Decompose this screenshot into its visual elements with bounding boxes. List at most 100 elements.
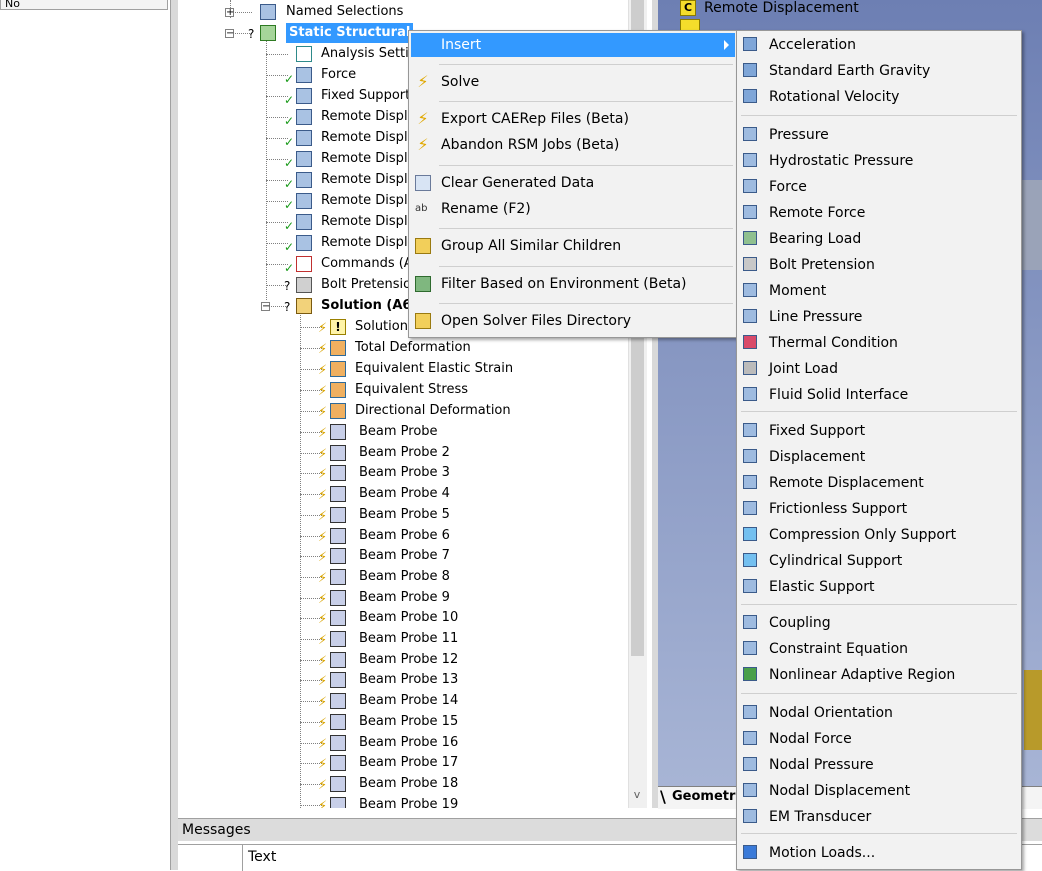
context-menu-item-insert[interactable]: Insert (411, 33, 735, 57)
insert-item-standard-earth-gravity[interactable]: Standard Earth Gravity (739, 59, 1019, 83)
beam-probe-icon (330, 775, 346, 792)
insert-item-label: Force (769, 179, 807, 195)
tree-node[interactable]: ⚡ Equivalent Stress (178, 380, 628, 400)
tree-node[interactable]: ⚡ Beam Probe 9 (178, 588, 628, 608)
insert-item-fluid-solid-interface[interactable]: Fluid Solid Interface (739, 383, 1019, 407)
cube-icon (296, 235, 312, 251)
insert-item-joint-load[interactable]: Joint Load (739, 357, 1019, 381)
tree-node-label: Beam Probe 10 (359, 610, 459, 626)
tree-node[interactable]: ⚡ Beam Probe 8 (178, 567, 628, 587)
context-menu-item-open-solver-files-directory[interactable]: Open Solver Files Directory (411, 309, 735, 333)
tree-node[interactable]: ⚡ Beam Probe 2 (178, 443, 628, 463)
context-menu-item-rename-f2[interactable]: ab Rename (F2) (411, 197, 735, 221)
insert-item-coupling[interactable]: Coupling (739, 611, 1019, 635)
tree-node[interactable]: ⚡ Beam Probe 3 (178, 463, 628, 483)
beam-probe-icon (330, 506, 346, 523)
tree-node-label: Beam Probe 19 (359, 796, 459, 808)
insert-item-thermal-condition[interactable]: Thermal Condition (739, 331, 1019, 355)
tree-node-label: Force (321, 67, 357, 82)
cube-icon (296, 214, 312, 230)
insert-item-compression-only-support[interactable]: Compression Only Support (739, 523, 1019, 547)
load-cube-icon (743, 153, 757, 167)
splitter[interactable] (170, 0, 178, 870)
insert-item-acceleration[interactable]: Acceleration (739, 33, 1019, 57)
insert-item-bolt-pretension[interactable]: Bolt Pretension (739, 253, 1019, 277)
collapse-icon[interactable]: − (261, 302, 270, 312)
tree-node[interactable]: ⚡ Directional Deformation (178, 401, 628, 421)
messages-column-text[interactable]: Text (248, 849, 276, 865)
tree-node[interactable]: ⚡ Beam Probe 14 (178, 691, 628, 711)
tree-node[interactable]: ⚡ Equivalent Elastic Strain (178, 359, 628, 379)
status-lightning-icon: ⚡ (318, 757, 328, 773)
insert-item-remote-displacement[interactable]: Remote Displacement (739, 471, 1019, 495)
load-cube-icon (743, 361, 757, 375)
tree-node[interactable]: ⚡ Beam Probe 13 (178, 670, 628, 690)
load-cube-icon (743, 423, 757, 437)
insert-item-nodal-displacement[interactable]: Nodal Displacement (739, 779, 1019, 803)
insert-item-motion-loads[interactable]: Motion Loads... (739, 841, 1019, 865)
insert-item-moment[interactable]: Moment (739, 279, 1019, 303)
insert-item-label: Elastic Support (769, 579, 875, 595)
scroll-down-button[interactable]: v (630, 788, 644, 804)
insert-item-label: Remote Force (769, 205, 866, 221)
context-menu-item-filter-based-on-environment-beta[interactable]: Filter Based on Environment (Beta) (411, 272, 735, 296)
tree-node[interactable]: ⚡ Beam Probe 15 (178, 712, 628, 732)
insert-item-nonlinear-adaptive-region[interactable]: Nonlinear Adaptive Region (739, 663, 1019, 687)
analysis-settings-icon (296, 46, 312, 62)
status-lightning-icon: ⚡ (318, 426, 328, 441)
status-lightning-icon: ⚡ (318, 529, 328, 545)
insert-item-hydrostatic-pressure[interactable]: Hydrostatic Pressure (739, 149, 1019, 173)
load-cube-icon (743, 37, 757, 51)
messages-column-type[interactable] (178, 845, 243, 871)
tree-node[interactable]: ⚡ Beam Probe 7 (178, 546, 628, 566)
insert-item-rotational-velocity[interactable]: Rotational Velocity (739, 85, 1019, 109)
tree-node[interactable]: ⚡ Beam Probe 6 (178, 526, 628, 546)
insert-item-line-pressure[interactable]: Line Pressure (739, 305, 1019, 329)
context-menu-item-abandon-rsm-jobs-beta[interactable]: ⚡ Abandon RSM Jobs (Beta) (411, 133, 735, 157)
tree-node[interactable]: ⚡ Beam Probe 4 (178, 484, 628, 504)
context-menu-item-group-all-similar-children[interactable]: Group All Similar Children (411, 234, 735, 258)
insert-item-elastic-support[interactable]: Elastic Support (739, 575, 1019, 599)
status-lightning-icon: ⚡ (318, 695, 328, 711)
rename-icon: ab (415, 203, 428, 214)
tree-node-label: Remote Displa (321, 235, 416, 250)
context-menu-item-solve[interactable]: ⚡ Solve (411, 70, 735, 94)
tree-node[interactable]: ⚡ Beam Probe 19 (178, 795, 628, 808)
insert-item-nodal-orientation[interactable]: Nodal Orientation (739, 701, 1019, 725)
status-lightning-icon: ⚡ (318, 467, 328, 483)
insert-item-fixed-support[interactable]: Fixed Support (739, 419, 1019, 443)
context-menu-item-export-caerep-files-beta[interactable]: ⚡ Export CAERep Files (Beta) (411, 107, 735, 131)
insert-item-displacement[interactable]: Displacement (739, 445, 1019, 469)
insert-item-frictionless-support[interactable]: Frictionless Support (739, 497, 1019, 521)
insert-item-constraint-equation[interactable]: Constraint Equation (739, 637, 1019, 661)
insert-item-pressure[interactable]: Pressure (739, 123, 1019, 147)
menu-separator (741, 411, 1017, 412)
insert-item-bearing-load[interactable]: Bearing Load (739, 227, 1019, 251)
tree-node[interactable]: ⚡ Beam Probe 5 (178, 505, 628, 525)
insert-item-em-transducer[interactable]: EM Transducer (739, 805, 1019, 829)
tree-node[interactable]: ⚡ Beam Probe 18 (178, 774, 628, 794)
tree-node-label: Beam Probe 12 (359, 651, 459, 667)
tree-node[interactable]: ⚡ Beam Probe 12 (178, 650, 628, 670)
collapse-icon[interactable]: − (225, 29, 234, 39)
tree-node[interactable]: ⚡ Beam Probe 10 (178, 608, 628, 628)
menu-separator (741, 693, 1017, 694)
context-menu-item-clear-generated-data[interactable]: Clear Generated Data (411, 171, 735, 195)
tree-connector (266, 54, 288, 56)
insert-item-cylindrical-support[interactable]: Cylindrical Support (739, 549, 1019, 573)
insert-item-remote-force[interactable]: Remote Force (739, 201, 1019, 225)
insert-item-nodal-force[interactable]: Nodal Force (739, 727, 1019, 751)
load-cube-icon (743, 387, 757, 401)
tree-node[interactable]: ⚡ Beam Probe 16 (178, 733, 628, 753)
tree-node-label: Beam Probe (359, 424, 438, 439)
tree-node[interactable]: ⚡ Beam Probe 17 (178, 753, 628, 773)
tree-node[interactable]: + Named Selections (178, 2, 628, 22)
tree-node[interactable]: ⚡ Beam Probe 11 (178, 629, 628, 649)
cube-icon (296, 172, 312, 188)
insert-item-force[interactable]: Force (739, 175, 1019, 199)
expand-icon[interactable]: + (225, 8, 234, 18)
tree-node[interactable]: ⚡ Total Deformation (178, 338, 628, 358)
tree-node[interactable]: ⚡ Beam Probe (178, 422, 628, 442)
insert-item-nodal-pressure[interactable]: Nodal Pressure (739, 753, 1019, 777)
result-icon (330, 361, 346, 377)
